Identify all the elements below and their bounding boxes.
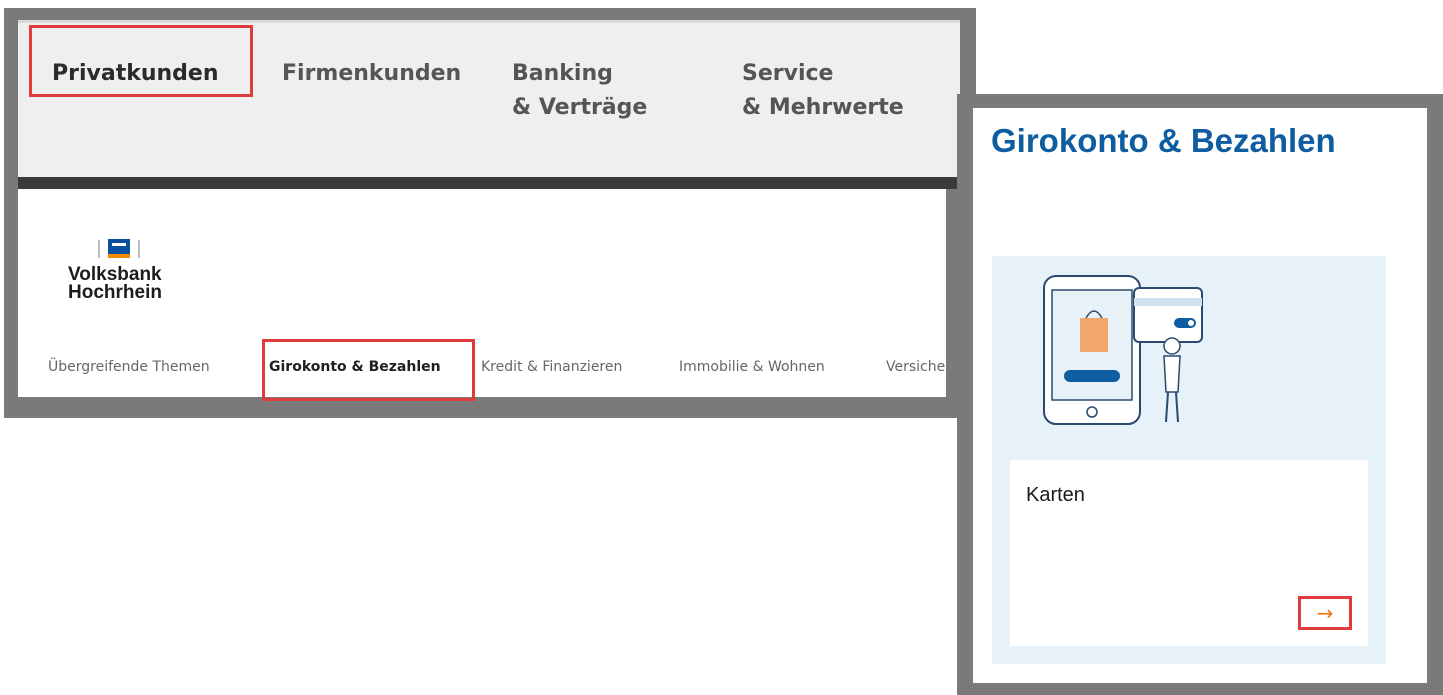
nav-item-firmenkunden[interactable]: Firmenkunden xyxy=(282,57,461,91)
logo-mark xyxy=(98,239,162,258)
card-page: Girokonto & Bezahlen Karten → xyxy=(973,108,1427,683)
karten-tile[interactable]: Karten → xyxy=(992,256,1386,664)
volksbank-logo[interactable]: Volksbank Hochrhein xyxy=(68,239,162,302)
sub-navigation: Volksbank Hochrhein Übergreifende Themen… xyxy=(18,189,960,401)
subnav-item-kredit-finanzieren[interactable]: Kredit & Finanzieren xyxy=(481,359,622,375)
divider xyxy=(18,177,960,189)
subnav-item-immobilie-wohnen[interactable]: Immobilie & Wohnen xyxy=(679,359,825,375)
nav-item-privatkunden[interactable]: Privatkunden xyxy=(52,57,219,91)
phone-card-illustration-icon xyxy=(1043,275,1203,425)
nav-item-banking-vertraege[interactable]: Banking & Verträge xyxy=(512,57,647,125)
vr-logo-icon xyxy=(108,239,130,258)
main-navigation: Privatkunden Firmenkunden Banking & Vert… xyxy=(18,20,960,177)
card-screenshot-panel: Girokonto & Bezahlen Karten → xyxy=(957,94,1443,695)
subnav-item-girokonto-bezahlen[interactable]: Girokonto & Bezahlen xyxy=(269,359,441,375)
nav-item-service-mehrwerte[interactable]: Service & Mehrwerte xyxy=(742,57,904,125)
subnav-item-uebergreifende-themen[interactable]: Übergreifende Themen xyxy=(48,359,210,375)
page-title: Girokonto & Bezahlen xyxy=(991,122,1336,159)
tile-label-karten: Karten xyxy=(1026,484,1085,506)
top-screenshot-panel: Privatkunden Firmenkunden Banking & Vert… xyxy=(4,8,976,418)
subnav-item-versicherungen[interactable]: Versiche xyxy=(886,359,945,375)
tile-content: Karten → xyxy=(1010,460,1368,646)
brand-name: Volksbank Hochrhein xyxy=(68,264,162,303)
arrow-right-icon[interactable]: → xyxy=(1298,596,1352,630)
